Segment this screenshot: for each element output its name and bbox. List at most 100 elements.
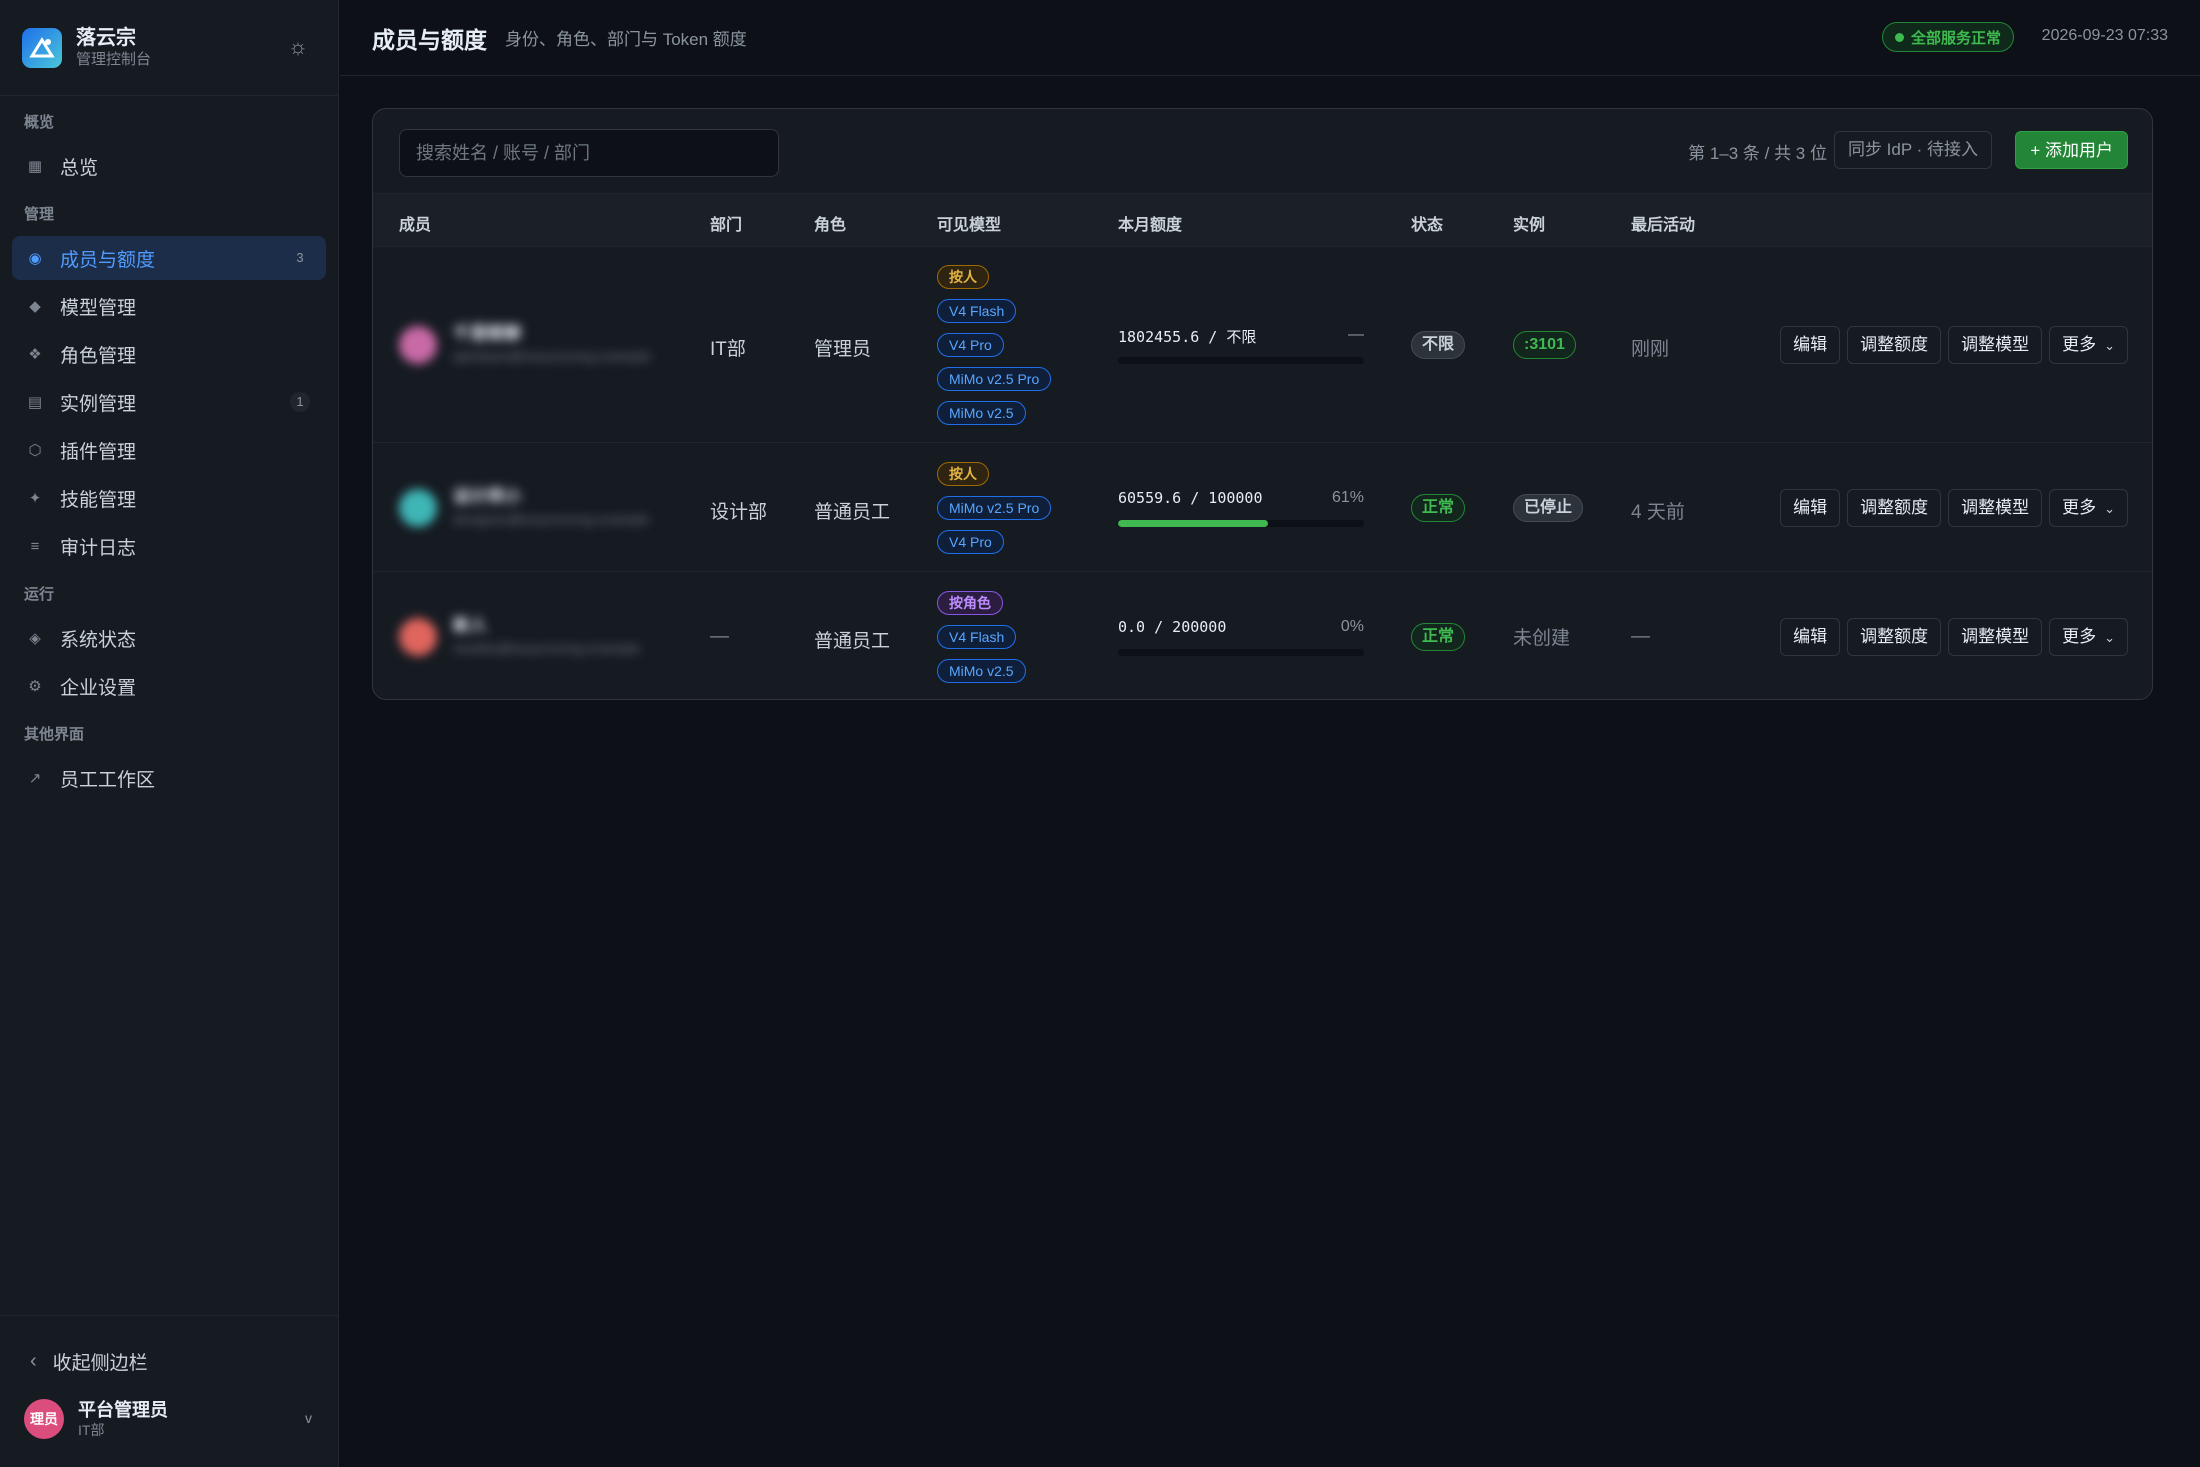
- sidebar-item-label: 插件管理: [60, 441, 137, 463]
- quota-percent: 61%: [1331, 488, 1364, 506]
- member-avatar: [399, 617, 437, 656]
- quota-cell: 1802455.6 / 不限 —: [1118, 326, 1364, 364]
- sidebar-item-label: 实例管理: [60, 393, 137, 415]
- instance-cell: 已停止: [1513, 493, 1584, 522]
- chevron-down-icon: ⌄: [2104, 500, 2115, 516]
- status-cell: 正常: [1411, 622, 1466, 651]
- more-menu-button[interactable]: 更多 ⌄: [2049, 326, 2128, 364]
- adjust-model-button[interactable]: 调整模型: [1948, 326, 2043, 364]
- edit-button[interactable]: 编辑: [1780, 617, 1841, 656]
- dept-cell: —: [710, 625, 729, 647]
- member-account: qianliyan@luoyunzong.example: [453, 348, 651, 364]
- sidebar-item-list[interactable]: ≡ 审计日志: [12, 524, 326, 568]
- model-tag: MiMo v2.5 Pro: [937, 367, 1052, 391]
- adjust-quota-button[interactable]: 调整额度: [1847, 617, 1942, 656]
- column-header: 最后活动: [1631, 217, 1696, 234]
- quota-progress-bar: [1118, 519, 1364, 527]
- members-card: 第 1–3 条 / 共 3 位 同步 IdP · 待接入 + 添加用户 成员 部门…: [372, 108, 2153, 700]
- more-label: 更多: [2062, 626, 2097, 646]
- sidebar-item-settings[interactable]: ⚙ 企业设置: [12, 664, 326, 708]
- sidebar-item-diamond[interactable]: ◆ 模型管理: [12, 284, 326, 328]
- sidebar-item-members[interactable]: ◉ 成员与额度 3: [12, 236, 326, 280]
- model-tag: V4 Pro: [937, 529, 1004, 554]
- adjust-model-button[interactable]: 调整模型: [1948, 617, 2043, 656]
- sidebar-item-plugin[interactable]: ⬡ 插件管理: [12, 428, 326, 472]
- dept-cell: IT部: [710, 339, 746, 360]
- model-tag: V4 Flash: [937, 299, 1017, 323]
- sidebar-nav: 概览 ▦ 总览管理 ◉ 成员与额度 3 ◆ 模型管理 ❖ 角色管理 ▤ 实例管理 1 ⬡ 插件管理 ✦ 技能管理…: [0, 96, 338, 800]
- avatar: 理员: [24, 1399, 64, 1439]
- user-menu[interactable]: 理员 平台管理员 IT部 v: [0, 1388, 338, 1450]
- member-text: 千里眼聊 qianliyan@luoyunzong.example: [453, 323, 651, 367]
- add-user-button[interactable]: + 添加用户: [2015, 131, 2128, 169]
- model-tag: MiMo v2.5 Pro: [937, 495, 1052, 520]
- sidebar-item-label: 员工工作区: [60, 769, 156, 791]
- server-icon: ▤: [27, 394, 43, 411]
- service-status-badge: 全部服务正常: [1881, 22, 2014, 52]
- grant-type-tag: 按角色: [937, 590, 1003, 615]
- chevron-down-icon: ⌄: [2104, 338, 2115, 353]
- diamond-icon: ◆: [29, 298, 41, 315]
- quota-progress-bar: [1118, 357, 1364, 364]
- adjust-quota-button[interactable]: 调整额度: [1847, 488, 1942, 527]
- sidebar-item-label: 系统状态: [60, 629, 137, 651]
- column-header: 状态: [1411, 217, 1444, 234]
- nav-section-title: 管理: [24, 206, 55, 223]
- more-label: 更多: [2062, 497, 2097, 517]
- table-body: 千里眼聊 qianliyan@luoyunzong.example IT部 管理员 按人…: [373, 247, 2152, 699]
- service-status-label: 全部服务正常: [1910, 29, 2001, 47]
- sidebar: 落云宗 管理控制台 ☼ 概览 ▦ 总览 管理 ◉ 成员与额度 3 ◆ 模型管理 ❖ 角色管理 ▤ 实例管…: [0, 0, 339, 1467]
- table-row: 新人 newbie@luoyunzong.example — 普通员工 按角色 V4 Fl…: [373, 572, 2152, 699]
- member-text: 设计师小 designer@luoyunzong.example: [453, 486, 649, 530]
- sidebar-item-roles[interactable]: ❖ 角色管理: [12, 332, 326, 376]
- quota-progress-bar: [1118, 648, 1364, 656]
- instance-badge: :3101: [1513, 331, 1576, 359]
- quota-used-limit: 0.0 / 200000: [1118, 617, 1227, 636]
- adjust-model-button[interactable]: 调整模型: [1948, 488, 2043, 527]
- status-cell: 不限: [1411, 331, 1466, 359]
- quota-progress-fill: [1118, 519, 1269, 527]
- sidebar-item-sparkle[interactable]: ✦ 技能管理: [12, 476, 326, 520]
- table-row: 千里眼聊 qianliyan@luoyunzong.example IT部 管理员 按人…: [373, 247, 2152, 443]
- edit-button[interactable]: 编辑: [1780, 488, 1841, 527]
- page-subtitle: 身份、角色、部门与 Token 额度: [505, 30, 747, 49]
- member-account: newbie@luoyunzong.example: [453, 639, 640, 656]
- row-actions: 编辑 调整额度 调整模型 更多 ⌄: [1780, 326, 2128, 364]
- count-badge: 3: [296, 250, 304, 265]
- sidebar-item-external-link[interactable]: ↗ 员工工作区: [12, 756, 326, 800]
- chevron-left-icon: ‹: [30, 1349, 37, 1372]
- dept-cell: 设计部: [710, 501, 768, 523]
- search-input[interactable]: [399, 129, 779, 177]
- role-cell: 普通员工: [814, 630, 891, 652]
- nav-section-title: 概览: [24, 114, 55, 131]
- brand-logo: [22, 27, 62, 68]
- theme-toggle-sun-icon[interactable]: ☼: [284, 33, 312, 61]
- status-badge: 正常: [1411, 493, 1466, 522]
- grid-icon: ▦: [27, 158, 43, 175]
- adjust-quota-button[interactable]: 调整额度: [1847, 326, 1942, 364]
- sidebar-item-label: 角色管理: [60, 345, 137, 367]
- page-title: 成员与额度: [372, 26, 487, 53]
- edit-button[interactable]: 编辑: [1780, 326, 1841, 364]
- grant-type-tag: 按人: [937, 265, 989, 289]
- grant-type-tag: 按人: [937, 461, 989, 486]
- column-header: 实例: [1513, 217, 1546, 234]
- sidebar-item-label: 总览: [60, 157, 99, 179]
- more-menu-button[interactable]: 更多 ⌄: [2049, 488, 2128, 527]
- sidebar-item-label: 技能管理: [60, 489, 137, 511]
- quota-used-limit: 60559.6 / 100000: [1118, 488, 1263, 507]
- sidebar-item-status[interactable]: ◈ 系统状态: [12, 616, 326, 660]
- sidebar-item-server[interactable]: ▤ 实例管理 1: [12, 380, 326, 424]
- count-badge: 1: [290, 392, 310, 412]
- sidebar-item-label: 审计日志: [60, 537, 137, 559]
- collapse-sidebar-button[interactable]: ‹ 收起侧边栏: [0, 1334, 338, 1388]
- more-menu-button[interactable]: 更多 ⌄: [2049, 617, 2128, 656]
- model-tag: V4 Pro: [937, 333, 1004, 357]
- quota-percent: 0%: [1340, 617, 1364, 635]
- roles-icon: ❖: [28, 346, 42, 363]
- last-active-cell: —: [1631, 625, 1650, 647]
- sync-idp-button[interactable]: 同步 IdP · 待接入: [1833, 131, 1992, 169]
- instance-cell: 未创建: [1513, 623, 1570, 650]
- quota-used-limit: 1802455.6 / 不限: [1118, 328, 1257, 346]
- sidebar-item-grid[interactable]: ▦ 总览: [12, 144, 326, 188]
